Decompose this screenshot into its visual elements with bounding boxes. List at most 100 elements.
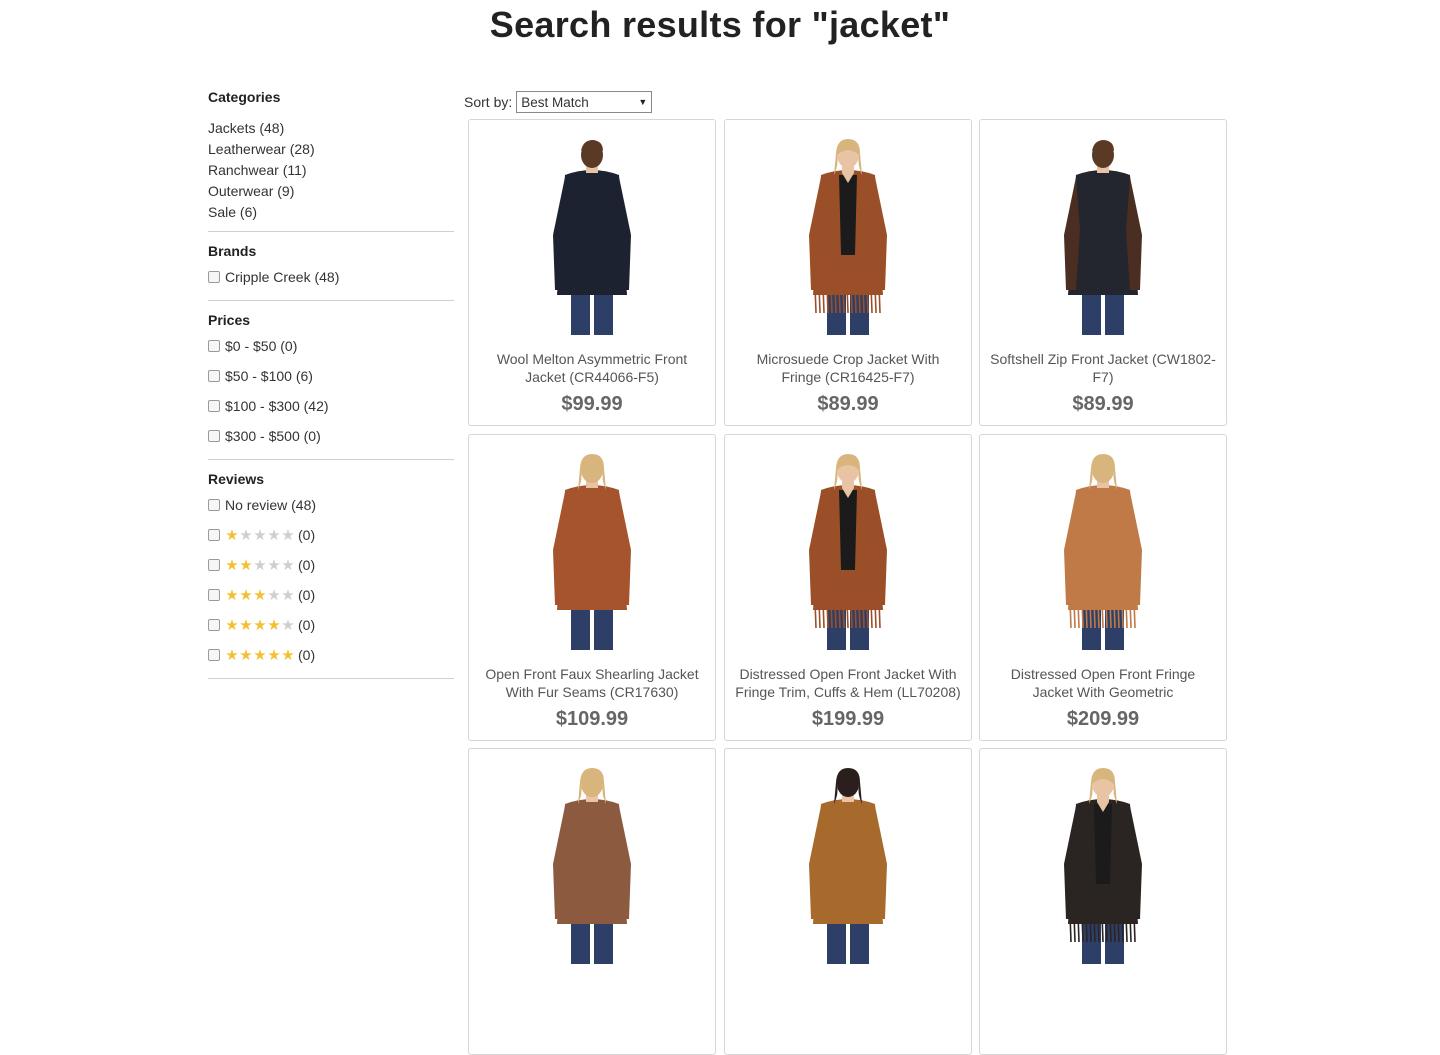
price-filter-100-300[interactable]: $100 - $300 (42) [208, 391, 454, 421]
price-label: $300 - $500 (0) [225, 428, 321, 444]
brand-checkbox[interactable] [208, 271, 220, 283]
star-icon: ★ [239, 646, 253, 664]
product-name-link[interactable]: Open Front Faux Shearling Jacket With Fu… [479, 665, 705, 701]
product-card[interactable]: Softshell Zip Front Jacket (CW1802-F7) $8… [979, 119, 1227, 426]
product-card[interactable] [468, 748, 716, 1055]
star-icon: ★ [253, 556, 267, 574]
woman-jacket-back-photo[interactable] [531, 764, 654, 964]
price-filter-50-100[interactable]: $50 - $100 (6) [208, 361, 454, 391]
product-price: $109.99 [555, 708, 629, 730]
review-filter-none[interactable]: No review (48) [208, 490, 454, 520]
review-checkbox[interactable] [208, 619, 220, 631]
review-checkbox[interactable] [208, 529, 220, 541]
category-link-sale[interactable]: Sale (6) [208, 202, 454, 223]
product-name-link[interactable]: Distressed Open Front Fringe Jacket With… [990, 665, 1216, 701]
category-link-jackets[interactable]: Jackets (48) [208, 118, 454, 139]
review-checkbox[interactable] [208, 559, 220, 571]
review-filter-2-star[interactable]: ★ ★ ★ ★ ★ (0) [208, 550, 454, 580]
woman-suede-jacket-back-photo[interactable] [787, 764, 910, 964]
review-filter-4-star[interactable]: ★ ★ ★ ★ ★ (0) [208, 610, 454, 640]
product-card[interactable]: Distressed Open Front Jacket With Fringe… [724, 434, 972, 741]
categories-section: Categories Jackets (48) Leatherwear (28)… [208, 88, 454, 232]
product-card[interactable]: Distressed Open Front Fringe Jacket With… [979, 434, 1227, 741]
sort-select[interactable]: Best Match ▼ [516, 91, 653, 113]
woman-black-fringe-jacket-photo[interactable] [1042, 764, 1165, 964]
review-checkbox[interactable] [208, 649, 220, 661]
star-icon: ★ [225, 586, 239, 604]
star-icon: ★ [239, 616, 253, 634]
price-filter-0-50[interactable]: $0 - $50 (0) [208, 331, 454, 361]
star-icon: ★ [281, 556, 295, 574]
review-count: (0) [298, 557, 316, 573]
price-filter-300-500[interactable]: $300 - $500 (0) [208, 421, 454, 451]
star-icon: ★ [281, 646, 295, 664]
star-icon: ★ [225, 556, 239, 574]
star-rating: ★ ★ ★ ★ ★ [225, 648, 295, 663]
woman-shearling-jacket-photo[interactable] [531, 450, 654, 650]
man-black-jacket-photo[interactable] [531, 135, 654, 335]
sort-bar: Sort by: Best Match ▼ [464, 91, 653, 113]
woman-fringe-jacket-photo[interactable] [787, 450, 910, 650]
brands-section: Brands Cripple Creek (48) [208, 242, 454, 301]
star-rating: ★ ★ ★ ★ ★ [225, 588, 295, 603]
star-icon: ★ [253, 586, 267, 604]
brands-title: Brands [208, 243, 257, 259]
product-name-link[interactable]: Wool Melton Asymmetric Front Jacket (CR4… [479, 350, 705, 386]
star-icon: ★ [225, 526, 239, 544]
brand-filter-cripple-creek[interactable]: Cripple Creek (48) [208, 262, 454, 292]
price-label: $50 - $100 (6) [225, 368, 313, 384]
product-card[interactable]: Microsuede Crop Jacket With Fringe (CR16… [724, 119, 972, 426]
product-price: $209.99 [1066, 708, 1140, 730]
review-filter-1-star[interactable]: ★ ★ ★ ★ ★ (0) [208, 520, 454, 550]
review-label: No review (48) [225, 497, 317, 513]
product-name-link[interactable]: Distressed Open Front Jacket With Fringe… [735, 665, 961, 701]
star-icon: ★ [281, 616, 295, 634]
star-icon: ★ [281, 526, 295, 544]
price-checkbox[interactable] [208, 370, 220, 382]
star-icon: ★ [267, 646, 281, 664]
product-price: $89.99 [817, 393, 879, 415]
sort-selected-value: Best Match [521, 94, 589, 110]
prices-section: Prices $0 - $50 (0) $50 - $100 (6) $100 … [208, 311, 454, 460]
man-brown-black-jacket-photo[interactable] [1042, 135, 1165, 335]
product-price: $199.99 [811, 708, 885, 730]
price-checkbox[interactable] [208, 340, 220, 352]
star-icon: ★ [267, 586, 281, 604]
star-icon: ★ [239, 586, 253, 604]
filter-sidebar: Categories Jackets (48) Leatherwear (28)… [208, 88, 454, 689]
product-name-link[interactable]: Softshell Zip Front Jacket (CW1802-F7) [990, 350, 1216, 386]
star-icon: ★ [239, 556, 253, 574]
review-filter-3-star[interactable]: ★ ★ ★ ★ ★ (0) [208, 580, 454, 610]
category-link-ranchwear[interactable]: Ranchwear (11) [208, 160, 454, 181]
product-name-link[interactable]: Microsuede Crop Jacket With Fringe (CR16… [735, 350, 961, 386]
price-checkbox[interactable] [208, 430, 220, 442]
star-rating: ★ ★ ★ ★ ★ [225, 618, 295, 633]
star-icon: ★ [281, 586, 295, 604]
category-link-outerwear[interactable]: Outerwear (9) [208, 181, 454, 202]
review-count: (0) [298, 587, 316, 603]
woman-fringe-jacket-photo[interactable] [787, 135, 910, 335]
woman-fringe-jacket-back-photo[interactable] [1042, 450, 1165, 650]
price-checkbox[interactable] [208, 400, 220, 412]
product-price: $99.99 [561, 393, 623, 415]
product-card[interactable] [724, 748, 972, 1055]
product-card[interactable]: Wool Melton Asymmetric Front Jacket (CR4… [468, 119, 716, 426]
product-card[interactable] [979, 748, 1227, 1055]
sort-label: Sort by: [464, 94, 513, 110]
category-list: Jackets (48) Leatherwear (28) Ranchwear … [208, 118, 454, 223]
category-link-leatherwear[interactable]: Leatherwear (28) [208, 139, 454, 160]
star-icon: ★ [253, 646, 267, 664]
review-count: (0) [298, 617, 316, 633]
review-checkbox[interactable] [208, 589, 220, 601]
star-icon: ★ [267, 556, 281, 574]
reviews-section: Reviews No review (48) ★ ★ ★ ★ ★ (0) ★ ★ ★ ★ ★ (0) ★… [208, 470, 454, 679]
product-price: $89.99 [1072, 393, 1134, 415]
star-icon: ★ [225, 646, 239, 664]
review-filter-5-star[interactable]: ★ ★ ★ ★ ★ (0) [208, 640, 454, 670]
page-title: Search results for "jacket" [489, 4, 951, 45]
chevron-down-icon: ▼ [638, 97, 648, 107]
star-rating: ★ ★ ★ ★ ★ [225, 558, 295, 573]
review-checkbox[interactable] [208, 499, 220, 511]
star-icon: ★ [253, 526, 267, 544]
product-card[interactable]: Open Front Faux Shearling Jacket With Fu… [468, 434, 716, 741]
